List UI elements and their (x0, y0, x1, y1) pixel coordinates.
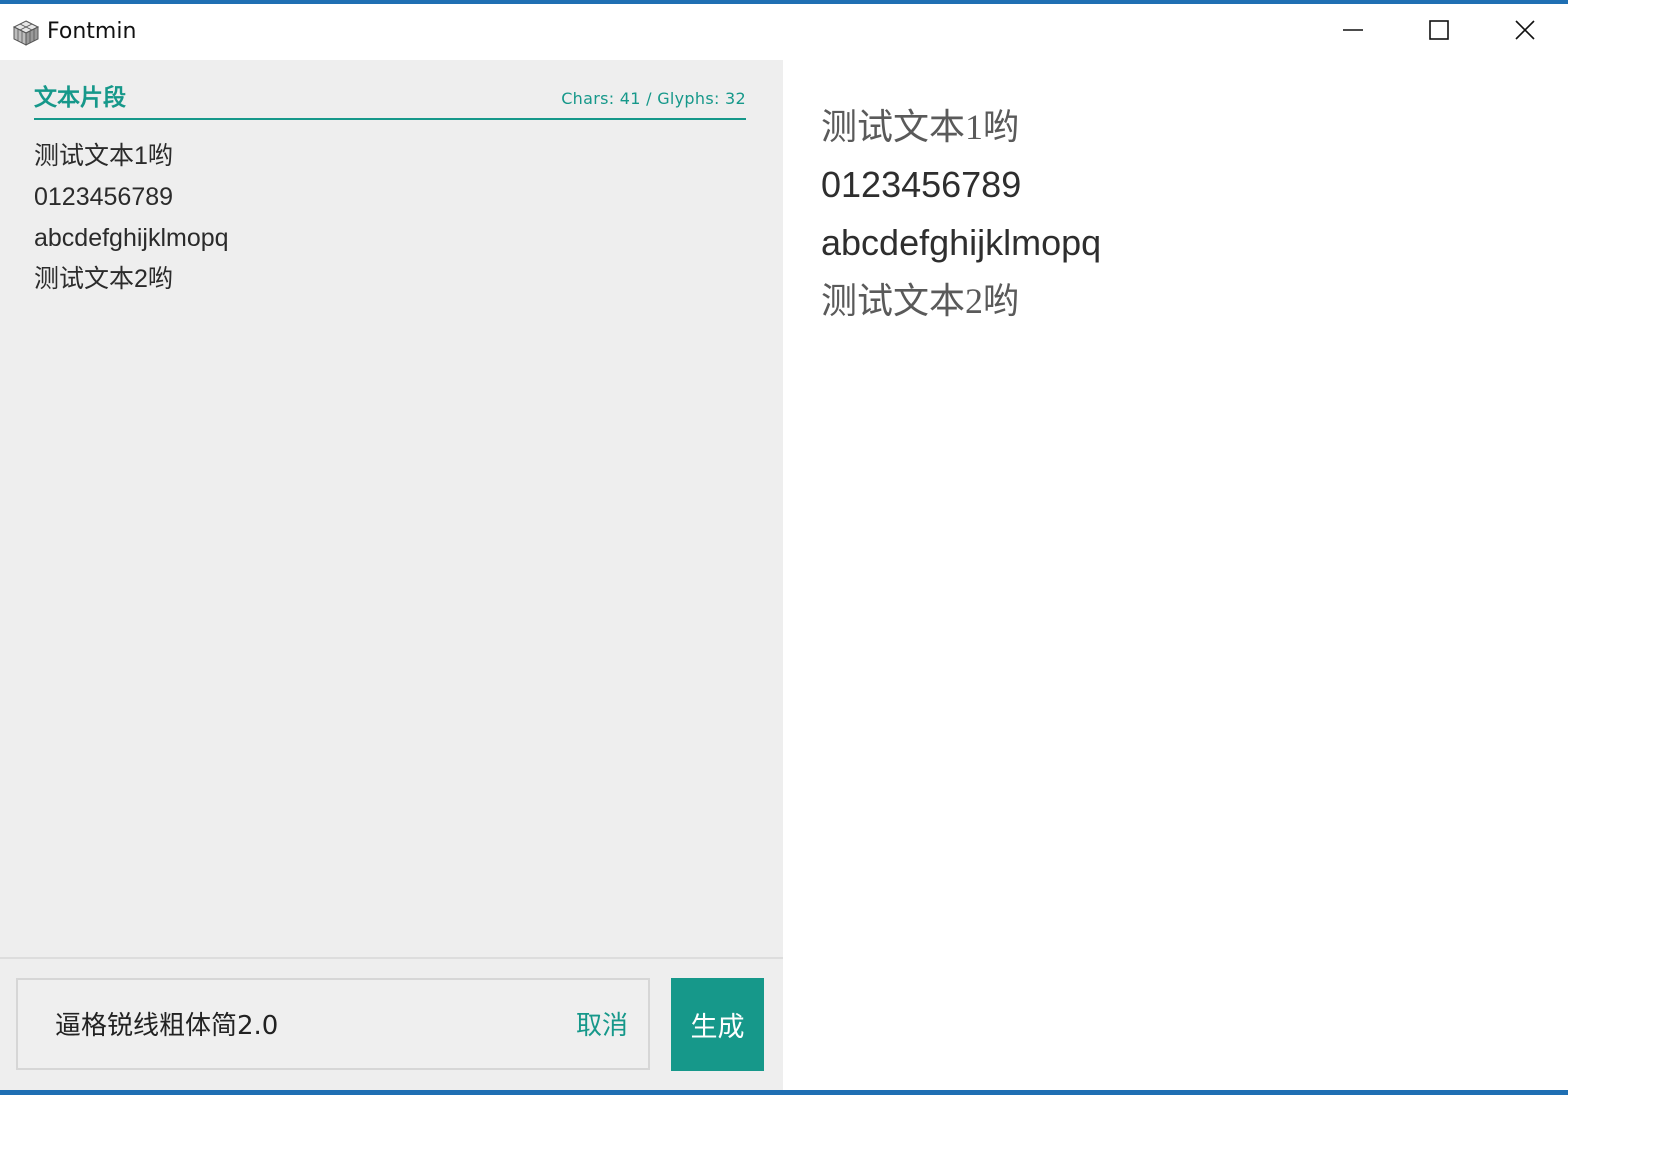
char-glyph-count: Chars: 41 / Glyphs: 32 (561, 89, 746, 108)
text-line[interactable]: abcdefghijklmopq (34, 218, 746, 259)
font-name-label: 逼格锐线粗体简2.0 (55, 1011, 279, 1041)
generate-button[interactable]: 生成 (671, 978, 764, 1071)
preview-line: 测试文本1哟 (821, 107, 1020, 147)
minimize-icon (1342, 19, 1364, 45)
preview-line: 0123456789 (821, 164, 1022, 205)
divider (0, 957, 783, 959)
font-preview-panel: 测试文本1哟 0123456789 abcdefghijklmopq 测试文本2… (783, 60, 1568, 1090)
preview-line: 测试文本2哟 (821, 281, 1020, 321)
text-line[interactable]: 测试文本1哟 (34, 136, 746, 177)
maximize-icon (1428, 19, 1450, 45)
font-file-field[interactable]: 逼格锐线粗体简2.0 取消 (16, 978, 650, 1070)
preview-list: 测试文本1哟 0123456789 abcdefghijklmopq 测试文本2… (821, 98, 1101, 330)
section-header: 文本片段 Chars: 41 / Glyphs: 32 (34, 84, 746, 120)
text-line[interactable]: 测试文本2哟 (34, 259, 746, 300)
font-cube-icon (12, 19, 40, 47)
text-line[interactable]: 0123456789 (34, 177, 746, 218)
section-title: 文本片段 (34, 85, 126, 111)
maximize-button[interactable] (1396, 4, 1482, 60)
title-bar[interactable]: Fontmin (0, 4, 1568, 60)
close-button[interactable] (1482, 4, 1568, 60)
text-snippet-editor[interactable]: 测试文本1哟 0123456789 abcdefghijklmopq 测试文本2… (34, 136, 746, 300)
app-window: Fontmin 文本片段 Chars: 41 / Glyphs: 32 测试文本… (0, 0, 1568, 1095)
window-bottom-border (0, 1090, 1568, 1095)
text-snippet-panel: 文本片段 Chars: 41 / Glyphs: 32 测试文本1哟 01234… (0, 60, 783, 1090)
preview-line: abcdefghijklmopq (821, 222, 1102, 263)
window-title: Fontmin (47, 19, 137, 44)
cancel-button[interactable]: 取消 (576, 1010, 628, 1042)
minimize-button[interactable] (1310, 4, 1396, 60)
close-icon (1514, 19, 1536, 45)
